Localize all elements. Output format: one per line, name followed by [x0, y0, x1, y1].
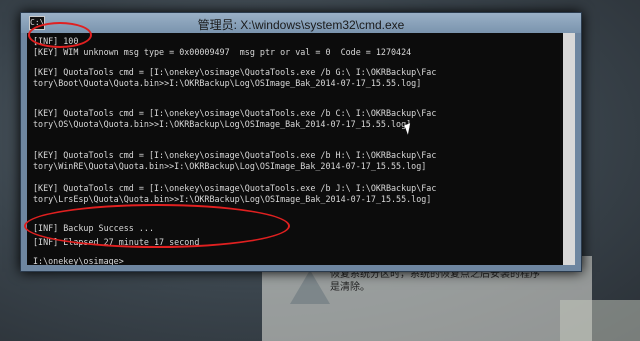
- console-line: [KEY] WIM unknown msg type = 0x00009497 …: [33, 47, 412, 57]
- console-line: [KEY] QuotaTools cmd = [I:\onekey\osimag…: [33, 183, 437, 193]
- highlight-oval: [28, 22, 92, 48]
- console-line: tory\LrsEsp\Quota\Quota.bin>>I:\OKRBacku…: [33, 194, 432, 204]
- highlight-oval: [24, 204, 290, 248]
- title-bar[interactable]: C:\ 管理员: X:\windows\system32\cmd.exe: [21, 13, 581, 33]
- window-title: 管理员: X:\windows\system32\cmd.exe: [197, 18, 405, 32]
- background-panel: [560, 300, 640, 341]
- console-line: tory\Boot\Quota\Quota.bin>>I:\OKRBackup\…: [33, 78, 422, 88]
- console-line: [KEY] QuotaTools cmd = [I:\onekey\osimag…: [33, 150, 437, 160]
- console-line: [KEY] QuotaTools cmd = [I:\onekey\osimag…: [33, 67, 437, 77]
- console-line: tory\WinRE\Quota\Quota.bin>>I:\OKRBackup…: [33, 161, 427, 171]
- console-line: tory\OS\Quota\Quota.bin>>I:\OKRBackup\Lo…: [33, 119, 412, 129]
- console-line: [KEY] QuotaTools cmd = [I:\onekey\osimag…: [33, 108, 437, 118]
- warning-icon: [290, 270, 330, 304]
- command-prompt[interactable]: I:\onekey\osimage>: [33, 256, 124, 265]
- scrollbar[interactable]: [563, 33, 575, 265]
